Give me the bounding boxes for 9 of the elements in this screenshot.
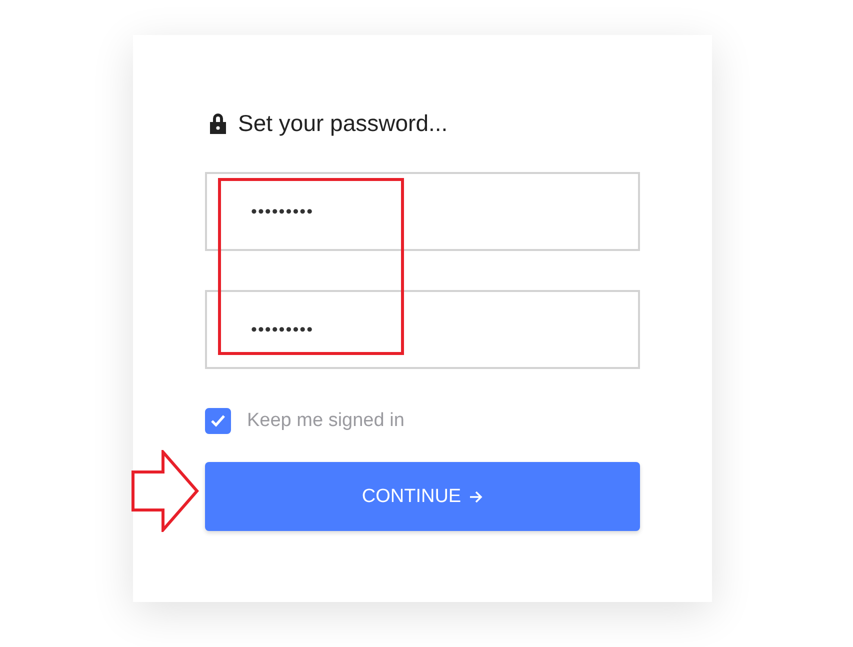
form-title: Set your password... [238, 110, 448, 136]
checkbox[interactable] [205, 408, 231, 434]
arrow-right-icon [469, 490, 484, 504]
password-field[interactable]: ••••••••• [205, 172, 640, 251]
continue-button[interactable]: CONTINUE [205, 462, 640, 531]
password-field[interactable]: ••••••••• [205, 290, 640, 369]
check-icon [210, 414, 226, 428]
checkbox-label: Keep me signed in [247, 410, 404, 432]
lock-icon [208, 112, 228, 134]
